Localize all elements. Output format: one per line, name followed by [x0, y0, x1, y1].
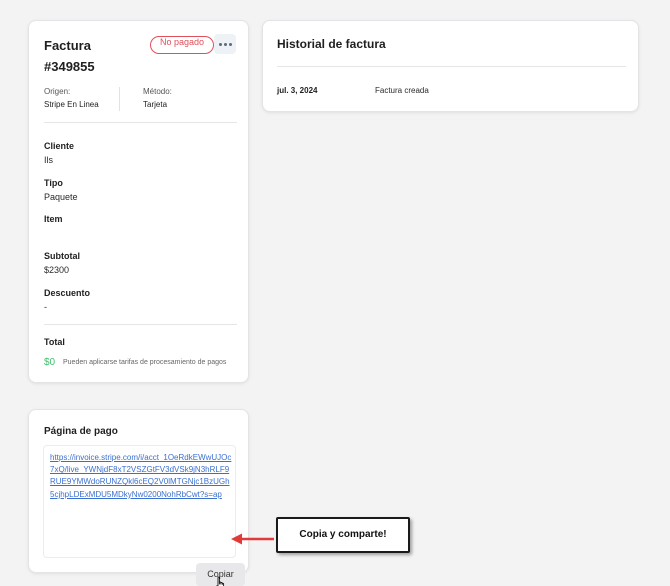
method-value: Tarjeta — [143, 100, 168, 109]
history-entry-event: Factura creada — [375, 86, 429, 95]
method-label: Método: — [143, 87, 172, 96]
invoice-title: Factura #349855 — [44, 35, 95, 77]
divider — [44, 324, 237, 325]
discount-label: Descuento — [44, 288, 91, 298]
payment-page-card: Página de pago https://invoice.stripe.co… — [28, 409, 249, 586]
invoice-number: #349855 — [44, 59, 95, 74]
origin-label: Origen: — [44, 87, 71, 96]
client-label: Cliente — [44, 141, 75, 151]
arrow-left-icon — [231, 533, 274, 545]
invoice-title-label: Factura — [44, 38, 91, 53]
more-options-icon[interactable] — [214, 34, 236, 54]
client-value: Ils — [44, 155, 53, 165]
history-card: Historial de factura jul. 3, 2024 Factur… — [262, 20, 639, 112]
subtotal-value: $2300 — [44, 265, 70, 275]
meta-divider — [119, 87, 120, 111]
callout-label: Copia y comparte! — [276, 517, 410, 553]
type-value: Paquete — [44, 192, 78, 202]
discount-value: - — [44, 302, 47, 312]
divider — [277, 66, 626, 67]
total-value: $0 — [44, 357, 56, 368]
type-label: Tipo — [44, 178, 63, 188]
total-note: Pueden aplicarse tarifas de procesamient… — [63, 359, 227, 366]
divider — [44, 122, 237, 123]
payment-page-title: Página de pago — [44, 426, 118, 437]
invoice-card: Factura #349855 No pagado Origen: Stripe… — [28, 20, 249, 383]
total-label: Total — [44, 337, 65, 347]
history-entry-date: jul. 3, 2024 — [277, 86, 318, 95]
hand-cursor-icon — [216, 576, 225, 586]
status-badge: No pagado — [150, 36, 214, 54]
history-title: Historial de factura — [277, 37, 386, 51]
subtotal-label: Subtotal — [44, 251, 80, 261]
origin-value: Stripe En Linea — [44, 100, 99, 109]
payment-link[interactable]: https://invoice.stripe.com/i/acct_1OeRdk… — [50, 452, 232, 501]
item-label: Item — [44, 214, 63, 224]
payment-link-box: https://invoice.stripe.com/i/acct_1OeRdk… — [43, 445, 245, 586]
